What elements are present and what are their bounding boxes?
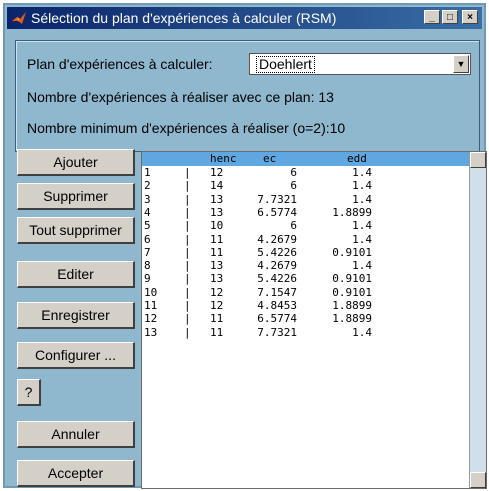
row-separator: | xyxy=(184,166,191,179)
table-cell: 1.8899 xyxy=(332,299,372,312)
row-separator: | xyxy=(184,285,191,299)
table-cell: 0.9101 xyxy=(332,272,372,286)
close-button[interactable]: × xyxy=(462,10,478,24)
table-cell: 5.4226 xyxy=(257,272,297,286)
window-title: Sélection du plan d'expériences à calcul… xyxy=(31,10,337,26)
supprimer-button[interactable]: Supprimer xyxy=(17,183,135,210)
vertical-scrollbar[interactable] xyxy=(469,152,486,488)
table-cell: 4.2679 xyxy=(257,259,297,273)
table-cell: 6.5774 xyxy=(257,312,297,326)
table-cell: 12 xyxy=(210,285,224,299)
configurer-button[interactable]: Configurer ... xyxy=(17,342,135,369)
table-cell: 3 xyxy=(144,192,151,206)
table-cell: 6 xyxy=(144,232,151,246)
row-separator: | xyxy=(184,299,191,312)
table-cell: 13 xyxy=(210,205,224,219)
matlab-logo-icon xyxy=(12,12,26,24)
table-cell: 1.8899 xyxy=(332,312,372,326)
table-cell: 4 xyxy=(144,205,151,219)
dialog-window: Sélection du plan d'expériences à calcul… xyxy=(3,3,487,489)
table-cell: 6.5774 xyxy=(257,205,297,219)
table-cell: 1.8899 xyxy=(332,205,372,219)
table-cell: 1.4 xyxy=(352,219,372,233)
scroll-down-button[interactable] xyxy=(470,472,486,488)
help-button[interactable]: ? xyxy=(17,379,41,406)
plan-select[interactable]: Doehlert ▼ xyxy=(249,53,471,75)
row-separator: | xyxy=(184,259,191,273)
table-cell: 12 xyxy=(210,299,224,312)
table-cell: 1.4 xyxy=(352,325,372,339)
plan-label: Plan d'expériences à calculer: xyxy=(27,56,213,72)
table-cell: 1.4 xyxy=(352,192,372,206)
row-separator: | xyxy=(184,205,191,219)
table-cell: 12 xyxy=(210,166,224,179)
row-separator: | xyxy=(184,192,191,206)
table-cell: 13 xyxy=(210,192,224,206)
row-separator: | xyxy=(184,232,191,246)
table-cell: 1.4 xyxy=(352,259,372,273)
col-header-henc: henc xyxy=(210,152,237,165)
table-cell: 6 xyxy=(290,166,297,179)
enregistrer-button[interactable]: Enregistrer xyxy=(17,302,135,329)
min-experiences-label: Nombre minimum d'expériences à réaliser … xyxy=(27,120,346,136)
table-cell: 7 xyxy=(144,245,151,259)
nb-experiences-label: Nombre d'expériences à réaliser avec ce … xyxy=(27,89,334,105)
table-cell: 10 xyxy=(144,285,158,299)
table-header xyxy=(142,152,469,166)
table-cell: 1.4 xyxy=(352,166,372,179)
table-cell: 10 xyxy=(210,219,224,233)
col-header-ec: ec xyxy=(263,152,277,165)
table-cell: 13 xyxy=(210,272,224,286)
maximize-button[interactable]: □ xyxy=(442,10,458,24)
row-separator: | xyxy=(184,312,191,326)
table-cell: 1.4 xyxy=(352,179,372,193)
table-cell: 11 xyxy=(210,232,224,246)
table-cell: 11 xyxy=(210,312,224,326)
editer-button[interactable]: Editer xyxy=(17,261,135,288)
table-cell: 7.1547 xyxy=(257,285,297,299)
minimize-button[interactable]: _ xyxy=(424,10,440,24)
table-cell: 1 xyxy=(144,166,151,179)
table-cell: 0.9101 xyxy=(332,245,372,259)
table-cell: 0.9101 xyxy=(332,285,372,299)
accepter-button[interactable]: Accepter xyxy=(17,460,135,487)
table-cell: 6 xyxy=(290,219,297,233)
annuler-button[interactable]: Annuler xyxy=(17,421,135,448)
scroll-up-button[interactable] xyxy=(470,152,486,168)
tout-supprimer-button[interactable]: Tout supprimer xyxy=(17,217,135,244)
table-cell: 13 xyxy=(144,325,158,339)
table-cell: 1.4 xyxy=(352,232,372,246)
plan-settings-panel: Plan d'expériences à calculer: Doehlert … xyxy=(15,40,480,152)
table-cell: 6 xyxy=(290,179,297,193)
row-separator: | xyxy=(184,179,191,193)
experiences-table[interactable]: henc ec edd 1 12 6 1.4 | 2 14 6 1.4 | 3 13 7.7321 1.4… xyxy=(141,151,487,489)
table-cell: 12 xyxy=(144,312,158,326)
col-header-edd: edd xyxy=(347,152,367,165)
row-separator: | xyxy=(184,245,191,259)
title-bar[interactable]: Sélection du plan d'expériences à calcul… xyxy=(7,7,482,29)
table-cell: 5.4226 xyxy=(257,245,297,259)
table-cell: 2 xyxy=(144,179,151,193)
table-cell: 8 xyxy=(144,259,151,273)
row-separator: | xyxy=(184,272,191,286)
table-cell: 11 xyxy=(144,299,158,312)
row-separator: | xyxy=(184,325,191,339)
table-cell: 4.8453 xyxy=(257,299,297,312)
row-separator: | xyxy=(184,219,191,233)
table-cell: 9 xyxy=(144,272,151,286)
table-cell: 4.2679 xyxy=(257,232,297,246)
table-cell: 5 xyxy=(144,219,151,233)
dropdown-arrow-icon[interactable]: ▼ xyxy=(453,55,469,73)
plan-select-value: Doehlert xyxy=(256,56,315,73)
ajouter-button[interactable]: Ajouter xyxy=(17,149,135,176)
table-cell: 7.7321 xyxy=(257,325,297,339)
table-cell: 14 xyxy=(210,179,224,193)
table-cell: 11 xyxy=(210,245,224,259)
table-cell: 7.7321 xyxy=(257,192,297,206)
table-cell: 13 xyxy=(210,259,224,273)
table-cell: 11 xyxy=(210,325,224,339)
